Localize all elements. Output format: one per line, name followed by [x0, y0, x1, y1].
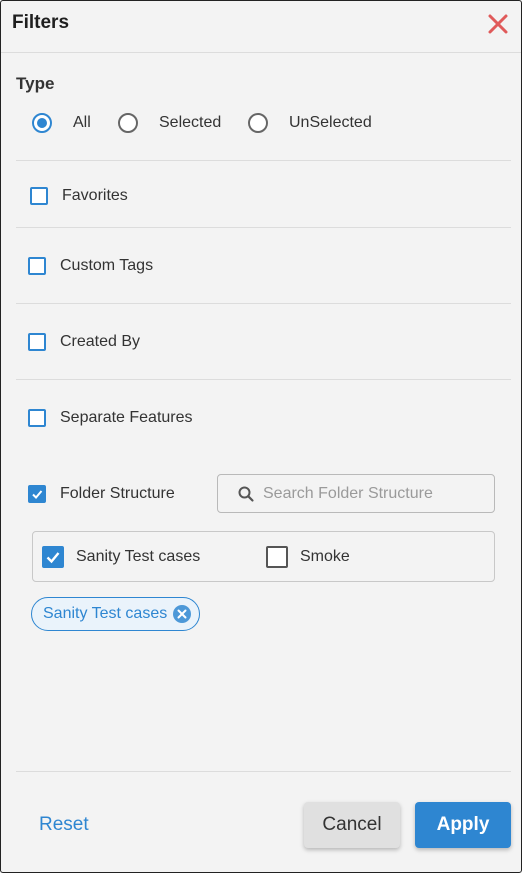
custom-tags-label: Custom Tags — [60, 257, 154, 274]
created-by-label: Created By — [60, 333, 141, 350]
folder-item[interactable]: Smoke — [266, 545, 350, 569]
folder-item[interactable]: Sanity Test cases — [42, 545, 200, 569]
created-by-checkbox[interactable] — [28, 333, 46, 351]
favorites-checkbox[interactable] — [30, 187, 48, 205]
created-by-filter[interactable]: Created By — [28, 330, 140, 354]
filters-dialog: Filters Type All Selected UnSelected Fav… — [0, 0, 522, 873]
type-section-label: Type — [16, 74, 55, 93]
folder-item-checkbox[interactable] — [266, 546, 288, 568]
radio-selected[interactable]: Selected — [118, 110, 221, 136]
folder-item-label: Sanity Test cases — [76, 548, 201, 565]
close-icon[interactable] — [485, 11, 511, 37]
divider — [16, 160, 511, 161]
radio-all[interactable]: All — [32, 110, 91, 136]
dialog-header: Filters — [1, 1, 521, 53]
search-icon — [237, 485, 255, 503]
folder-search-input[interactable] — [263, 484, 483, 503]
chip-remove-icon[interactable] — [173, 605, 192, 623]
radio-all-label: All — [73, 114, 91, 131]
radio-unselected[interactable]: UnSelected — [248, 110, 372, 136]
divider — [16, 303, 511, 304]
folder-structure-checkbox[interactable] — [28, 485, 46, 503]
check-icon — [32, 490, 43, 499]
folder-structure-filter[interactable]: Folder Structure — [28, 482, 175, 506]
divider — [16, 379, 511, 380]
custom-tags-filter[interactable]: Custom Tags — [28, 254, 153, 278]
favorites-label: Favorites — [62, 187, 128, 204]
folder-item-checkbox[interactable] — [42, 546, 64, 568]
radio-selected-control[interactable] — [118, 113, 138, 133]
folder-structure-label: Folder Structure — [60, 485, 175, 502]
footer-divider — [16, 771, 511, 772]
separate-features-filter[interactable]: Separate Features — [28, 406, 193, 430]
separate-features-label: Separate Features — [60, 409, 193, 426]
folder-item-label: Smoke — [300, 548, 350, 565]
radio-unselected-control[interactable] — [248, 113, 268, 133]
radio-all-control[interactable] — [32, 113, 52, 133]
separate-features-checkbox[interactable] — [28, 409, 46, 427]
check-icon — [46, 552, 60, 564]
radio-selected-label: Selected — [159, 114, 222, 131]
favorites-filter[interactable]: Favorites — [30, 184, 128, 208]
apply-button[interactable]: Apply — [415, 802, 511, 848]
dialog-title: Filters — [12, 12, 70, 33]
cancel-button[interactable]: Cancel — [304, 802, 400, 848]
custom-tags-checkbox[interactable] — [28, 257, 46, 275]
folder-list: Sanity Test cases Smoke — [32, 531, 495, 582]
divider — [16, 227, 511, 228]
radio-unselected-label: UnSelected — [289, 114, 372, 131]
chip-label: Sanity Test cases — [43, 605, 168, 622]
folder-search-box[interactable] — [217, 474, 495, 513]
selected-folder-chip: Sanity Test cases — [31, 597, 201, 631]
reset-button[interactable]: Reset — [39, 814, 89, 836]
